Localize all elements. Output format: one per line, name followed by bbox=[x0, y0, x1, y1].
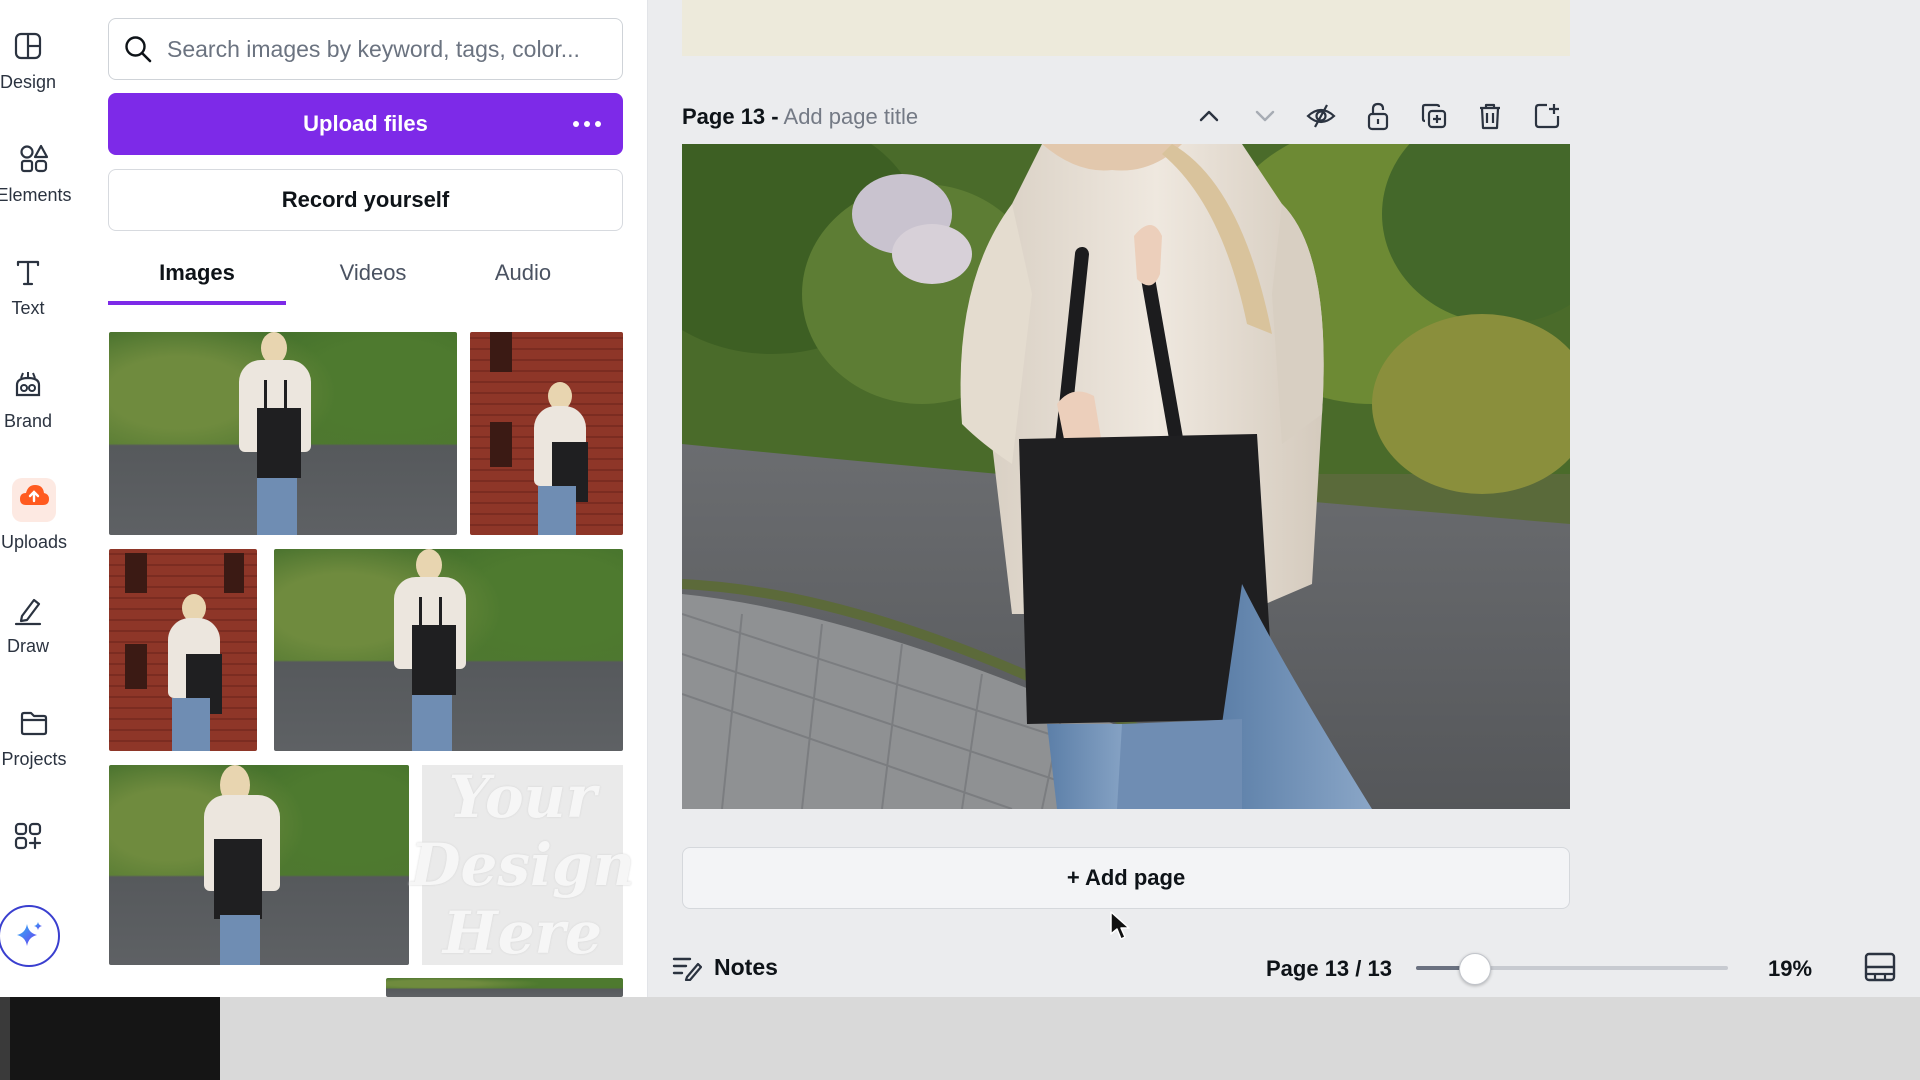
add-page-icon bbox=[1534, 103, 1560, 129]
uploaded-image-thumbnail[interactable] bbox=[109, 332, 457, 535]
page-number-label: Page 13 - bbox=[682, 104, 779, 129]
page-title[interactable]: Page 13 - Add page title bbox=[682, 104, 918, 130]
search-icon bbox=[125, 36, 152, 63]
design-thumb-line: Design bbox=[410, 831, 635, 899]
editor-footer: Notes Page 13 / 13 19% bbox=[648, 940, 1920, 997]
uploaded-image-thumbnail[interactable] bbox=[109, 549, 257, 751]
sidebar-item-label: Draw bbox=[6, 636, 49, 656]
lock-page-button[interactable] bbox=[1362, 100, 1394, 132]
page-header: Page 13 - Add page title bbox=[682, 96, 1570, 136]
notes-label: Notes bbox=[714, 954, 778, 980]
text-icon bbox=[16, 260, 40, 286]
record-yourself-button[interactable]: Record yourself bbox=[108, 169, 623, 231]
grid-view-button[interactable] bbox=[1863, 950, 1897, 989]
sidebar-item-design[interactable]: Design bbox=[0, 30, 78, 93]
trash-icon bbox=[1480, 103, 1500, 130]
move-page-down-button[interactable] bbox=[1249, 100, 1281, 132]
apps-icon bbox=[14, 822, 42, 850]
sidebar-item-apps[interactable] bbox=[0, 820, 78, 862]
background-area bbox=[0, 997, 1920, 1080]
eye-hidden-icon bbox=[1306, 104, 1336, 128]
background-dark-panel bbox=[0, 997, 220, 1080]
brand-icon bbox=[15, 372, 41, 397]
page-title-placeholder[interactable]: Add page title bbox=[784, 104, 919, 129]
previous-page-canvas[interactable] bbox=[682, 0, 1570, 56]
sidebar-item-label: Projects bbox=[1, 749, 67, 769]
uploads-panel: Upload files Record yourself Images Vide… bbox=[96, 0, 648, 997]
zoom-slider-handle[interactable] bbox=[1459, 953, 1491, 985]
left-rail: Design Elements Text Brand Uploads Draw … bbox=[0, 0, 96, 997]
page-counter[interactable]: Page 13 / 13 bbox=[1266, 956, 1392, 982]
sidebar-item-text[interactable]: Text bbox=[0, 256, 78, 319]
more-options-icon[interactable] bbox=[567, 109, 607, 139]
add-page-button[interactable]: + Add page bbox=[682, 847, 1570, 909]
sidebar-item-brand[interactable]: Brand bbox=[0, 369, 78, 432]
uploaded-image-thumbnail[interactable] bbox=[386, 978, 623, 997]
folder-icon bbox=[20, 711, 48, 736]
sidebar-item-label: Design bbox=[0, 72, 57, 92]
sidebar-item-elements[interactable]: Elements bbox=[0, 143, 84, 206]
tab-audio[interactable]: Audio bbox=[458, 255, 588, 305]
pen-icon bbox=[14, 598, 42, 626]
upload-files-label: Upload files bbox=[303, 111, 428, 136]
chevron-up-icon bbox=[1199, 110, 1219, 122]
notes-icon bbox=[672, 957, 702, 981]
shapes-icon bbox=[20, 144, 49, 173]
zoom-percentage[interactable]: 19% bbox=[1768, 956, 1812, 982]
page-canvas[interactable] bbox=[682, 144, 1570, 809]
duplicate-icon bbox=[1421, 103, 1447, 129]
canvas-photo bbox=[682, 144, 1570, 809]
design-thumb-line: Here bbox=[442, 899, 603, 967]
sidebar-item-label: Elements bbox=[0, 185, 72, 205]
delete-page-button[interactable] bbox=[1474, 100, 1506, 132]
layout-icon bbox=[14, 32, 42, 60]
upload-files-button[interactable]: Upload files bbox=[108, 93, 623, 155]
notes-button[interactable]: Notes bbox=[672, 954, 778, 981]
upload-cloud-icon bbox=[20, 485, 49, 505]
move-page-up-button[interactable] bbox=[1193, 100, 1225, 132]
add-page-button-icon[interactable] bbox=[1531, 100, 1563, 132]
chevron-down-icon bbox=[1255, 110, 1275, 122]
search-bar[interactable] bbox=[108, 18, 623, 80]
lock-open-icon bbox=[1367, 102, 1389, 131]
uploaded-image-thumbnail[interactable] bbox=[470, 332, 623, 535]
mouse-cursor-icon bbox=[1110, 911, 1130, 940]
sidebar-item-uploads[interactable]: Uploads bbox=[0, 478, 84, 553]
sidebar-item-label: Uploads bbox=[0, 532, 68, 552]
magic-button[interactable] bbox=[0, 905, 60, 967]
search-input[interactable] bbox=[167, 35, 597, 63]
design-thumb-line: Your bbox=[448, 763, 597, 831]
uploaded-image-thumbnail[interactable] bbox=[109, 765, 409, 965]
sidebar-item-label: Text bbox=[11, 298, 45, 318]
sidebar-item-draw[interactable]: Draw bbox=[0, 594, 78, 657]
hide-page-button[interactable] bbox=[1305, 100, 1337, 132]
sparkle-icon bbox=[17, 922, 42, 946]
uploaded-image-thumbnail[interactable] bbox=[274, 549, 623, 751]
background-edge bbox=[0, 997, 10, 1080]
duplicate-page-button[interactable] bbox=[1418, 100, 1450, 132]
grid-view-icon bbox=[1864, 952, 1896, 982]
design-placeholder-thumbnail[interactable]: Your Design Here bbox=[410, 763, 635, 967]
sidebar-item-label: Brand bbox=[3, 411, 53, 431]
media-tabs: Images Videos Audio bbox=[108, 255, 623, 305]
tab-images[interactable]: Images bbox=[108, 255, 286, 305]
tab-videos[interactable]: Videos bbox=[308, 255, 438, 305]
sidebar-item-projects[interactable]: Projects bbox=[0, 707, 84, 770]
